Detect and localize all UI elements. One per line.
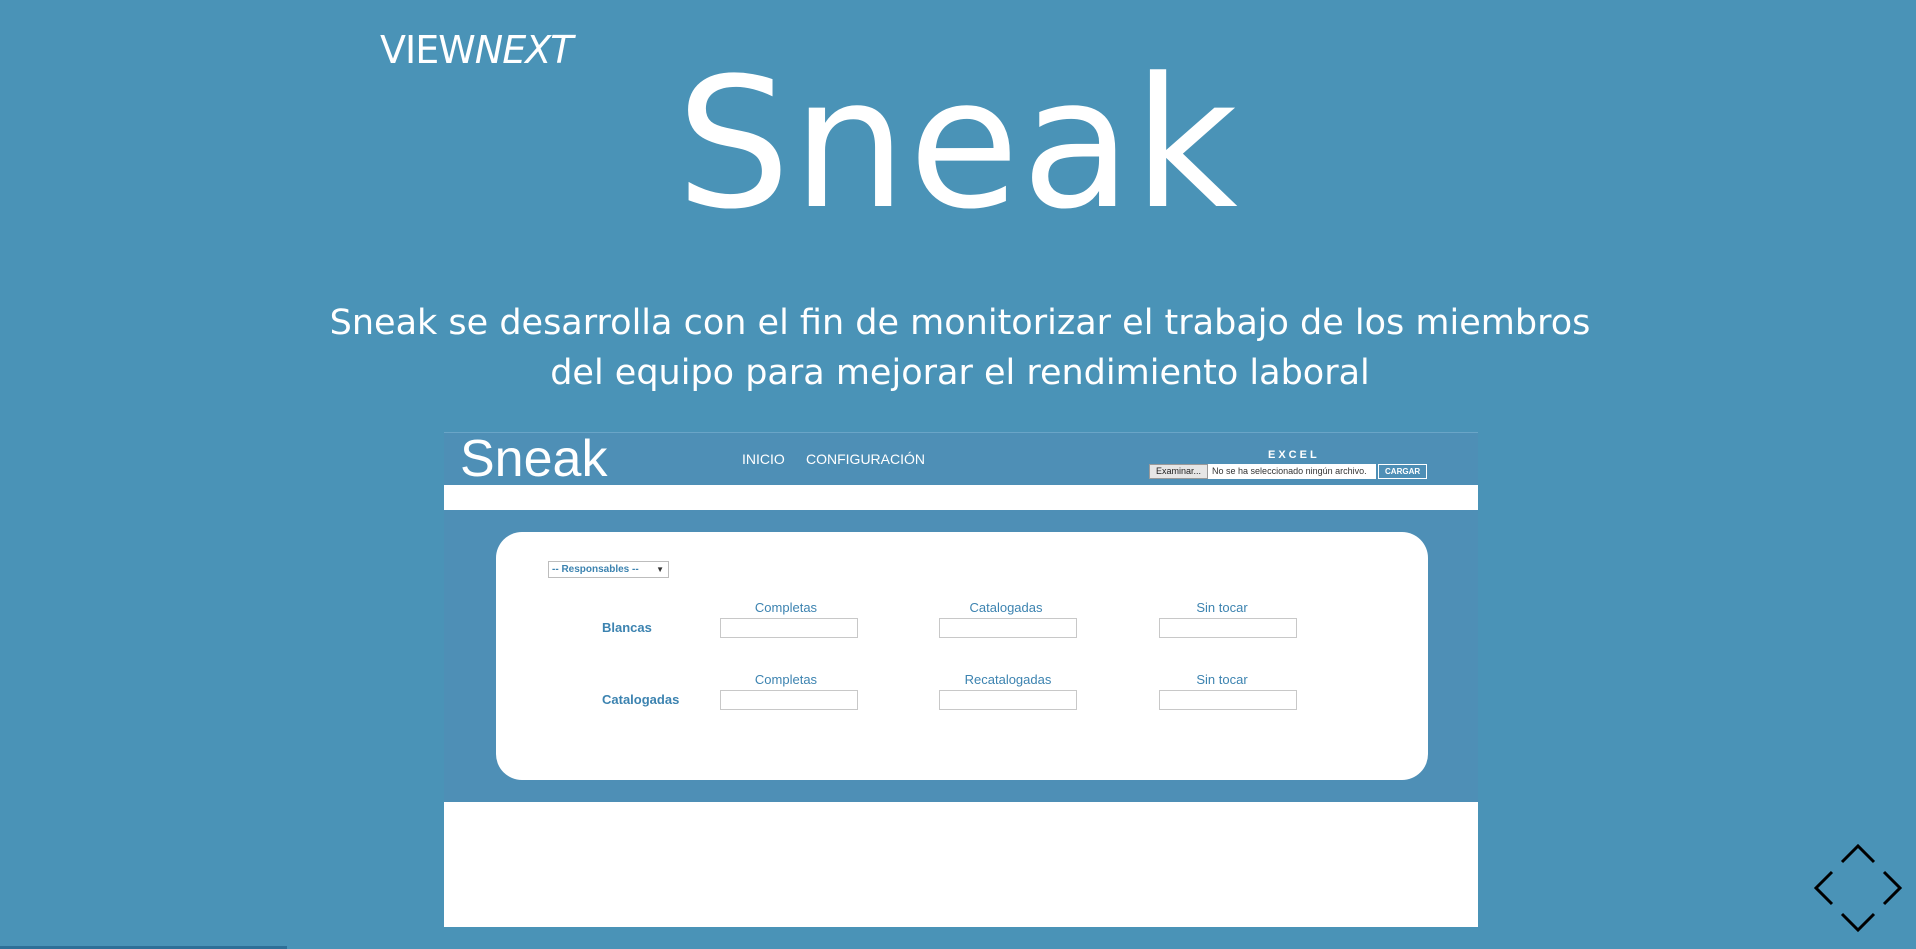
column-label: Completas — [754, 600, 818, 615]
upload-button[interactable]: CARGAR — [1378, 464, 1428, 479]
chevron-up-icon[interactable] — [1840, 843, 1876, 864]
column-label: Sin tocar — [1196, 600, 1248, 615]
catalogadas-recatalogadas-field[interactable] — [939, 690, 1077, 710]
presentation-slide: VIEWNEXT Sneak Sneak se desarrolla con e… — [0, 0, 1916, 949]
chevron-down-icon: ▼ — [656, 565, 664, 574]
slide-title: Sneak — [676, 40, 1240, 249]
app-brand: Sneak — [460, 432, 608, 488]
file-status: No se ha seleccionado ningún archivo. — [1208, 464, 1377, 479]
row-label-blancas: Blancas — [602, 620, 652, 635]
blancas-sin-tocar-field[interactable] — [1159, 618, 1297, 638]
column-label: Sin tocar — [1196, 672, 1248, 687]
blancas-completas-field[interactable] — [720, 618, 858, 638]
app-header: Sneak INICIO CONFIGURACIÓN EXCEL Examina… — [444, 432, 1478, 488]
column-label: Completas — [754, 672, 818, 687]
chevron-down-icon[interactable] — [1840, 912, 1876, 933]
column-label: Recatalogadas — [964, 672, 1052, 687]
responsables-select[interactable]: -- Responsables -- ▼ — [548, 561, 669, 578]
chevron-right-icon[interactable] — [1882, 870, 1903, 906]
app-body: -- Responsables -- ▼ Blancas Completas C… — [444, 510, 1478, 802]
catalogadas-completas-field[interactable] — [720, 690, 858, 710]
app-footer — [444, 802, 1478, 927]
browse-button[interactable]: Examinar... — [1149, 464, 1209, 479]
catalogadas-sin-tocar-field[interactable] — [1159, 690, 1297, 710]
chevron-left-icon[interactable] — [1813, 870, 1834, 906]
slide-subtitle: Sneak se desarrolla con el fin de monito… — [329, 303, 1591, 393]
app-screenshot: Sneak INICIO CONFIGURACIÓN EXCEL Examina… — [444, 432, 1478, 927]
stats-card: -- Responsables -- ▼ Blancas Completas C… — [496, 532, 1428, 780]
nav-item-inicio[interactable]: INICIO — [742, 451, 785, 467]
file-upload: Examinar... No se ha seleccionado ningún… — [1149, 464, 1428, 479]
excel-label: EXCEL — [1268, 449, 1320, 461]
column-label: Catalogadas — [969, 600, 1043, 615]
responsables-select-value: -- Responsables -- — [552, 564, 639, 575]
navigation-controls — [1812, 842, 1904, 934]
blancas-catalogadas-field[interactable] — [939, 618, 1077, 638]
nav-item-configuracion[interactable]: CONFIGURACIÓN — [806, 451, 925, 467]
row-label-catalogadas: Catalogadas — [602, 692, 680, 707]
